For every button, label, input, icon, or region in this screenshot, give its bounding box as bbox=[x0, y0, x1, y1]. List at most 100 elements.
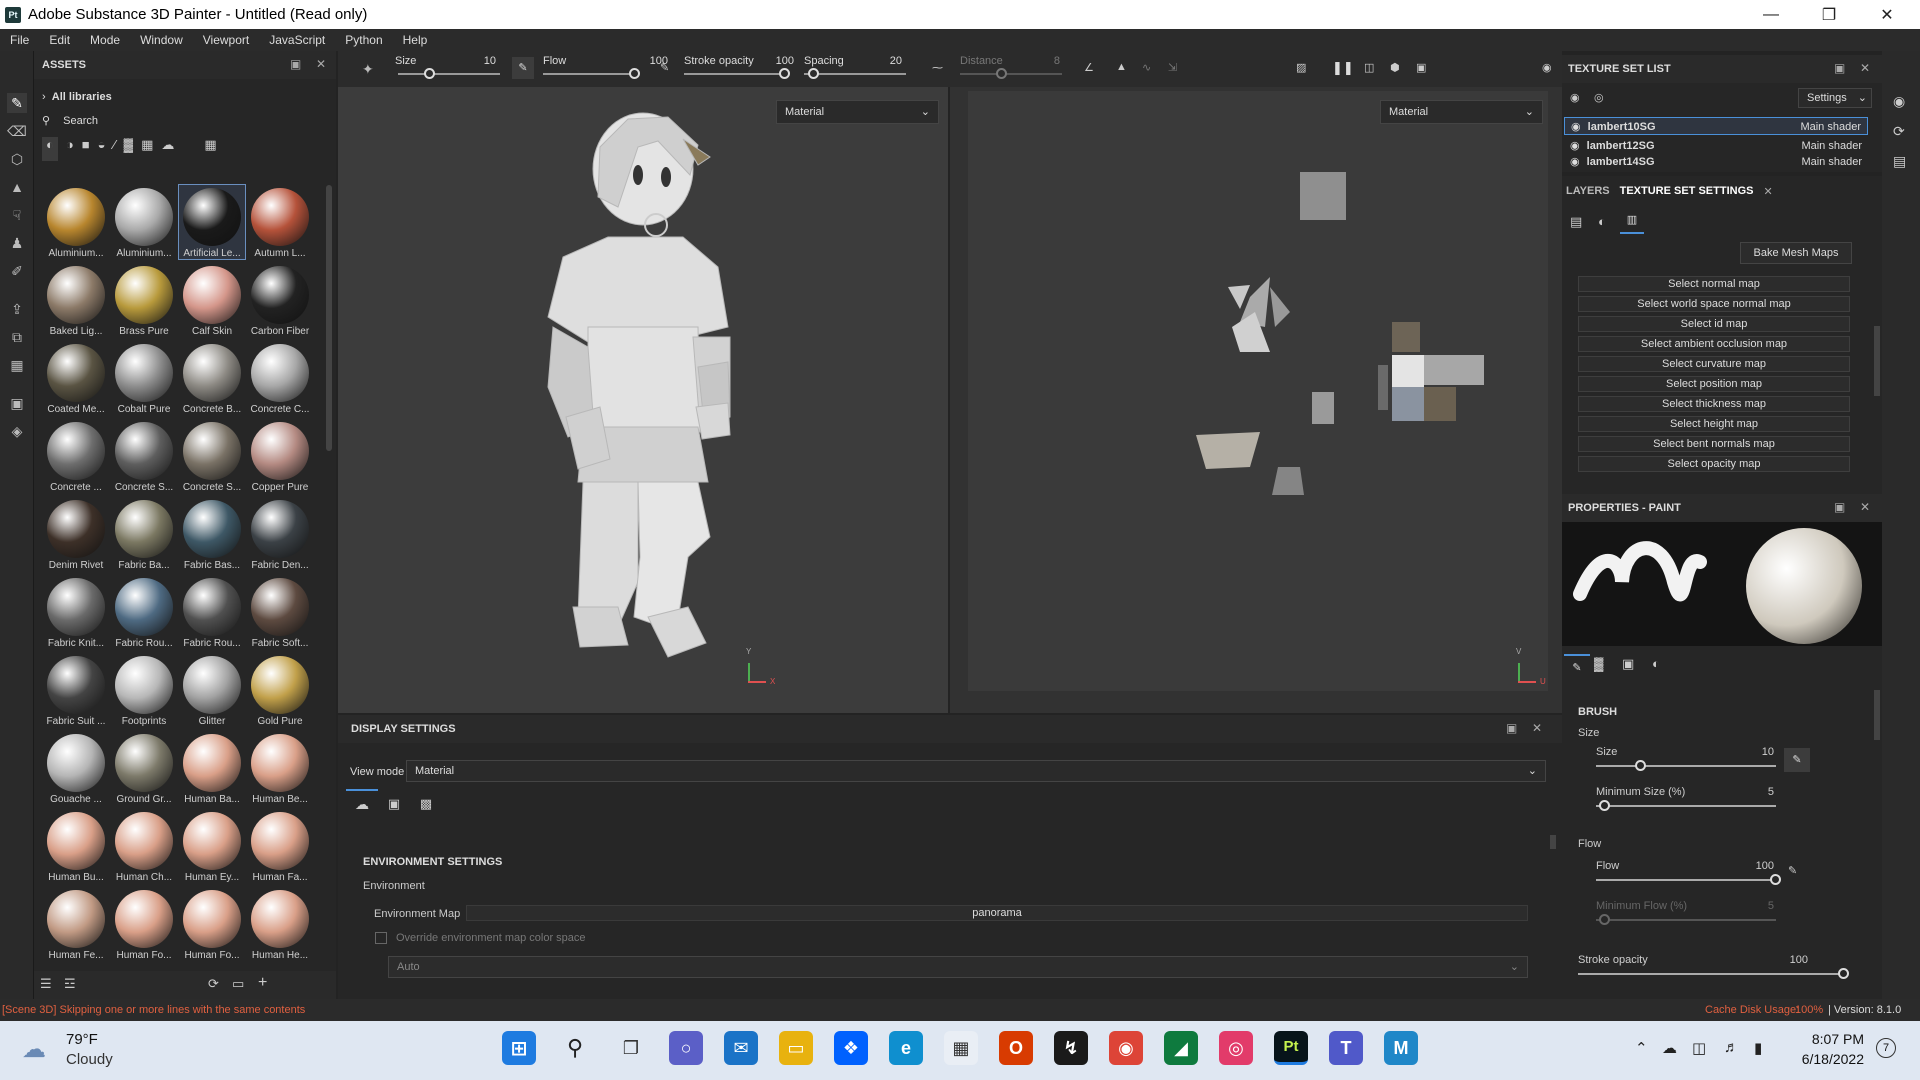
clock-time[interactable]: 8:07 PM bbox=[1800, 1031, 1864, 1047]
render-icon[interactable]: ▣ bbox=[7, 393, 27, 413]
clone-stamp-icon[interactable]: ♟ bbox=[7, 233, 27, 253]
smudge-icon[interactable]: ☟ bbox=[7, 205, 27, 225]
close-panel-icon[interactable]: ✕ bbox=[316, 57, 326, 71]
filter-environments-icon[interactable]: ☁ bbox=[161, 137, 174, 161]
minimum-flow-track[interactable] bbox=[1596, 919, 1776, 921]
material-tab-icon[interactable]: ◐ bbox=[1652, 656, 1660, 671]
material-tile[interactable]: Concrete B... bbox=[179, 341, 245, 415]
select-map-button[interactable]: Select curvature map bbox=[1578, 356, 1850, 372]
grid-view-icon[interactable]: ▦ bbox=[204, 137, 216, 161]
filter-particles-icon[interactable]: ▓ bbox=[124, 137, 133, 161]
select-map-button[interactable]: Select thickness map bbox=[1578, 396, 1850, 412]
material-tile[interactable]: Human He... bbox=[247, 887, 313, 961]
tab-layers[interactable]: LAYERS bbox=[1566, 185, 1610, 197]
eye-icon[interactable]: ◉ bbox=[1570, 140, 1580, 152]
weather-cloud-icon[interactable]: ☁ bbox=[22, 1035, 46, 1064]
tss-scrollbar[interactable] bbox=[1874, 326, 1880, 396]
texture-set-row[interactable]: ◉ lambert10SG Main shader bbox=[1564, 117, 1868, 135]
size-track[interactable] bbox=[398, 73, 500, 75]
material-tile[interactable]: Autumn L... bbox=[247, 185, 313, 259]
material-tile[interactable]: Concrete C... bbox=[247, 341, 313, 415]
material-tile[interactable]: Fabric Soft... bbox=[247, 575, 313, 649]
minimum-size-handle[interactable] bbox=[1599, 800, 1610, 811]
app-green-icon[interactable]: ◢ bbox=[1164, 1031, 1198, 1065]
size-pressure-icon[interactable]: ✎ bbox=[1784, 748, 1810, 772]
onedrive-icon[interactable]: ☁ bbox=[1662, 1039, 1677, 1057]
spacing-track[interactable] bbox=[804, 73, 906, 75]
opacity-slider-handle[interactable] bbox=[779, 68, 790, 79]
material-tile[interactable]: Ground Gr... bbox=[111, 731, 177, 805]
stencil-tab-icon[interactable]: ▣ bbox=[1622, 656, 1634, 672]
material-tile[interactable]: Copper Pure bbox=[247, 419, 313, 493]
float-panel-icon[interactable]: ▣ bbox=[1834, 61, 1845, 75]
polygon-fill-icon[interactable]: ▲ bbox=[7, 177, 27, 197]
camera-tab-icon[interactable]: ▣ bbox=[378, 791, 410, 817]
filter-masks-icon[interactable]: ■ bbox=[82, 137, 90, 161]
material-tile[interactable]: Fabric Den... bbox=[247, 497, 313, 571]
colorspace-dropdown[interactable]: Auto ⌄ bbox=[388, 956, 1528, 978]
material-tile[interactable]: Denim Rivet bbox=[43, 497, 109, 571]
hide-icon[interactable]: ▨ bbox=[1296, 61, 1306, 74]
material-tile[interactable]: Human Ba... bbox=[179, 731, 245, 805]
teams-icon[interactable]: T bbox=[1329, 1031, 1363, 1065]
material-tile[interactable]: Carbon Fiber bbox=[247, 263, 313, 337]
menu-mode[interactable]: Mode bbox=[80, 33, 130, 47]
flow-pressure-icon[interactable]: ✎ bbox=[660, 61, 669, 74]
camera-icon[interactable]: ▣ bbox=[1416, 61, 1426, 74]
select-map-button[interactable]: Select id map bbox=[1578, 316, 1850, 332]
select-map-button[interactable]: Select bent normals map bbox=[1578, 436, 1850, 452]
substance-painter-taskbar-icon[interactable]: Pt bbox=[1274, 1031, 1308, 1065]
material-tile[interactable]: Calf Skin bbox=[179, 263, 245, 337]
shader-name[interactable]: Main shader bbox=[1801, 137, 1862, 155]
stroke-opacity-track[interactable] bbox=[1578, 973, 1844, 975]
projection-icon[interactable]: ⬡ bbox=[7, 149, 27, 169]
search-icon[interactable]: ⚲ bbox=[558, 1031, 592, 1065]
geometry-mask-icon[interactable]: ⧉ bbox=[7, 327, 27, 347]
environment-tab-icon[interactable]: ☁ bbox=[346, 789, 378, 817]
eye-outline-icon[interactable]: ◎ bbox=[1594, 91, 1604, 104]
menu-help[interactable]: Help bbox=[393, 33, 438, 47]
transform-icon[interactable]: ⇲ bbox=[1168, 61, 1177, 74]
material-tile[interactable]: Baked Lig... bbox=[43, 263, 109, 337]
viewer-tab-icon[interactable]: ▩ bbox=[410, 791, 442, 817]
display-scrollbar[interactable] bbox=[1550, 835, 1556, 849]
split-view-icon[interactable]: ◫ bbox=[1364, 61, 1374, 74]
material-tile[interactable]: Gold Pure bbox=[247, 653, 313, 727]
clock-date[interactable]: 6/18/2022 bbox=[1790, 1051, 1864, 1067]
material-tile[interactable]: Aluminium... bbox=[43, 185, 109, 259]
select-map-button[interactable]: Select world space normal map bbox=[1578, 296, 1850, 312]
symmetry-icon[interactable]: ▲ bbox=[1116, 61, 1127, 73]
flow-track[interactable] bbox=[1596, 879, 1776, 881]
material-tile[interactable]: Human Fo... bbox=[111, 887, 177, 961]
character-model[interactable] bbox=[338, 87, 948, 713]
eye-icon[interactable]: ◉ bbox=[1570, 157, 1580, 167]
material-tile[interactable]: Aluminium... bbox=[111, 185, 177, 259]
material-tile[interactable]: Fabric Rou... bbox=[179, 575, 245, 649]
size-handle[interactable] bbox=[1635, 760, 1646, 771]
shader-name[interactable]: Main shader bbox=[1801, 157, 1862, 167]
material-tile[interactable]: Fabric Knit... bbox=[43, 575, 109, 649]
battery-icon[interactable]: ▮ bbox=[1754, 1039, 1762, 1057]
minimum-flow-handle[interactable] bbox=[1599, 914, 1610, 925]
volume-icon[interactable]: ♬ bbox=[1724, 1039, 1739, 1056]
float-panel-icon[interactable]: ▣ bbox=[1834, 500, 1845, 514]
export-icon[interactable]: ◈ bbox=[7, 421, 27, 441]
eraser-icon[interactable]: ⌫ bbox=[7, 121, 27, 141]
menu-window[interactable]: Window bbox=[130, 33, 193, 47]
viewport-2d[interactable]: Material ⌄ V U bbox=[950, 87, 1562, 713]
spacing-slider-handle[interactable] bbox=[808, 68, 819, 79]
close-tab-icon[interactable]: ✕ bbox=[1763, 185, 1772, 198]
pause-icon[interactable]: ❚❚ bbox=[1332, 60, 1354, 76]
select-map-button[interactable]: Select normal map bbox=[1578, 276, 1850, 292]
material-tab-icon[interactable]: ◐ bbox=[1598, 214, 1606, 229]
eye-icon[interactable]: ◉ bbox=[1571, 121, 1581, 133]
history-icon[interactable]: ⟳ bbox=[1893, 123, 1905, 140]
select-map-button[interactable]: Select opacity map bbox=[1578, 456, 1850, 472]
flow-track[interactable] bbox=[543, 73, 635, 75]
close-panel-icon[interactable]: ✕ bbox=[1860, 500, 1870, 514]
flow-pressure-icon[interactable]: ✎ bbox=[1788, 864, 1797, 877]
paint-brush-icon[interactable]: ✎ bbox=[7, 93, 27, 113]
size-track[interactable] bbox=[1596, 765, 1776, 767]
detail-view-icon[interactable]: ☲ bbox=[64, 976, 76, 992]
menu-edit[interactable]: Edit bbox=[39, 33, 80, 47]
